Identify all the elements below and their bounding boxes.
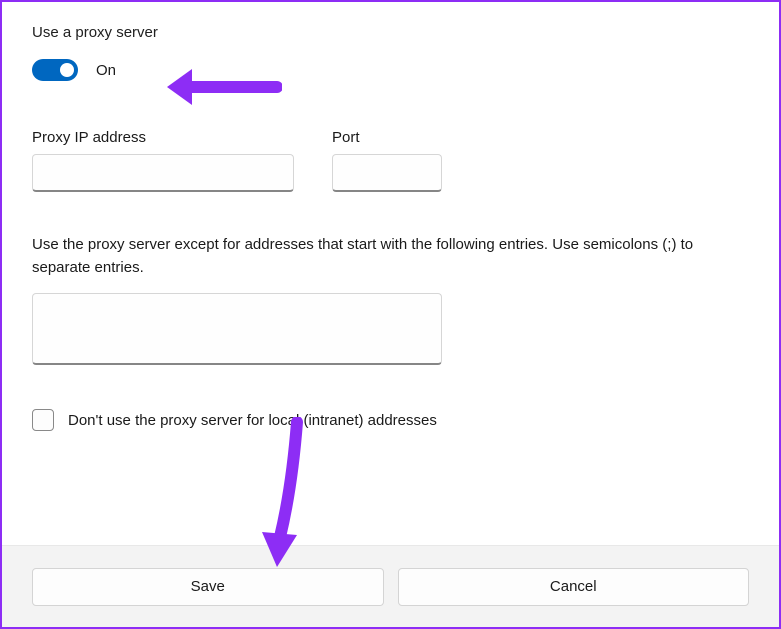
ip-field-group: Proxy IP address [32,129,294,192]
cancel-button[interactable]: Cancel [398,568,750,606]
port-label: Port [332,129,442,146]
exceptions-description: Use the proxy server except for addresse… [32,234,749,279]
exceptions-input[interactable] [32,293,442,365]
local-bypass-label: Don't use the proxy server for local (in… [68,412,437,429]
section-title: Use a proxy server [32,24,749,41]
proxy-port-input[interactable] [332,154,442,192]
local-bypass-checkbox[interactable] [32,409,54,431]
save-button[interactable]: Save [32,568,384,606]
proxy-settings-panel: Use a proxy server On Proxy IP address P… [2,2,779,431]
address-port-row: Proxy IP address Port [32,129,749,192]
ip-label: Proxy IP address [32,129,294,146]
port-field-group: Port [332,129,442,192]
proxy-ip-input[interactable] [32,154,294,192]
proxy-toggle[interactable] [32,59,78,81]
proxy-toggle-state: On [96,62,116,79]
local-bypass-row[interactable]: Don't use the proxy server for local (in… [32,409,749,431]
proxy-toggle-row: On [32,59,749,81]
toggle-knob-icon [60,63,74,77]
dialog-footer: Save Cancel [2,545,779,627]
